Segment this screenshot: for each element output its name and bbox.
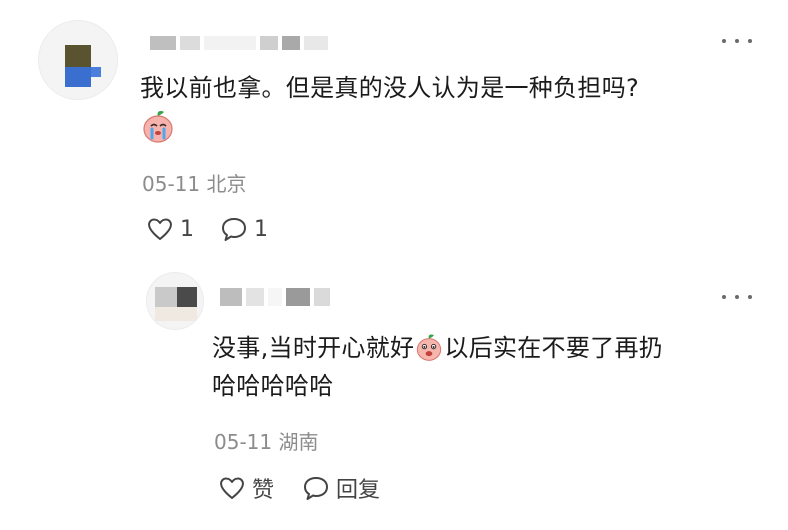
reply-text-part1: 没事,当时开心就好 <box>212 334 415 362</box>
more-icon[interactable] <box>722 36 752 46</box>
crying-peach-emoji <box>143 111 173 143</box>
heart-icon <box>148 218 172 240</box>
reply-label: 回复 <box>336 478 381 503</box>
comment-date: 05-11 <box>142 172 201 196</box>
reply-meta: 05-11 湖南 <box>214 426 318 455</box>
username-blurred[interactable] <box>220 288 330 306</box>
avatar[interactable] <box>146 272 204 330</box>
more-icon[interactable] <box>722 292 752 302</box>
comment-bubble-icon <box>304 477 328 500</box>
comment-meta: 05-11 北京 <box>142 168 246 197</box>
like-button[interactable]: 1 <box>146 216 194 242</box>
username-blurred[interactable] <box>150 36 328 50</box>
reply-date: 05-11 <box>214 430 273 454</box>
reply-count: 1 <box>254 216 268 242</box>
reply-text-line1: 没事,当时开心就好 以后实在不要了再扔 <box>212 330 663 366</box>
like-count: 1 <box>180 216 194 242</box>
reply-reply-button[interactable]: 回复 <box>302 472 380 504</box>
smiling-peach-emoji <box>417 334 442 361</box>
avatar[interactable] <box>38 20 118 100</box>
comment-text: 我以前也拿。但是真的没人认为是一种负担吗? <box>140 74 640 102</box>
reply-location: 湖南 <box>278 430 319 454</box>
reply-text-part2: 以后实在不要了再扔 <box>444 334 664 362</box>
heart-icon <box>220 477 244 499</box>
reply-like-button[interactable]: 赞 <box>218 472 274 504</box>
reply-text-line2: 哈哈哈哈哈 <box>212 372 334 400</box>
like-label: 赞 <box>252 478 275 503</box>
reply-button[interactable]: 1 <box>220 216 268 242</box>
comment-bubble-icon <box>222 218 246 241</box>
comment-location: 北京 <box>206 172 247 196</box>
